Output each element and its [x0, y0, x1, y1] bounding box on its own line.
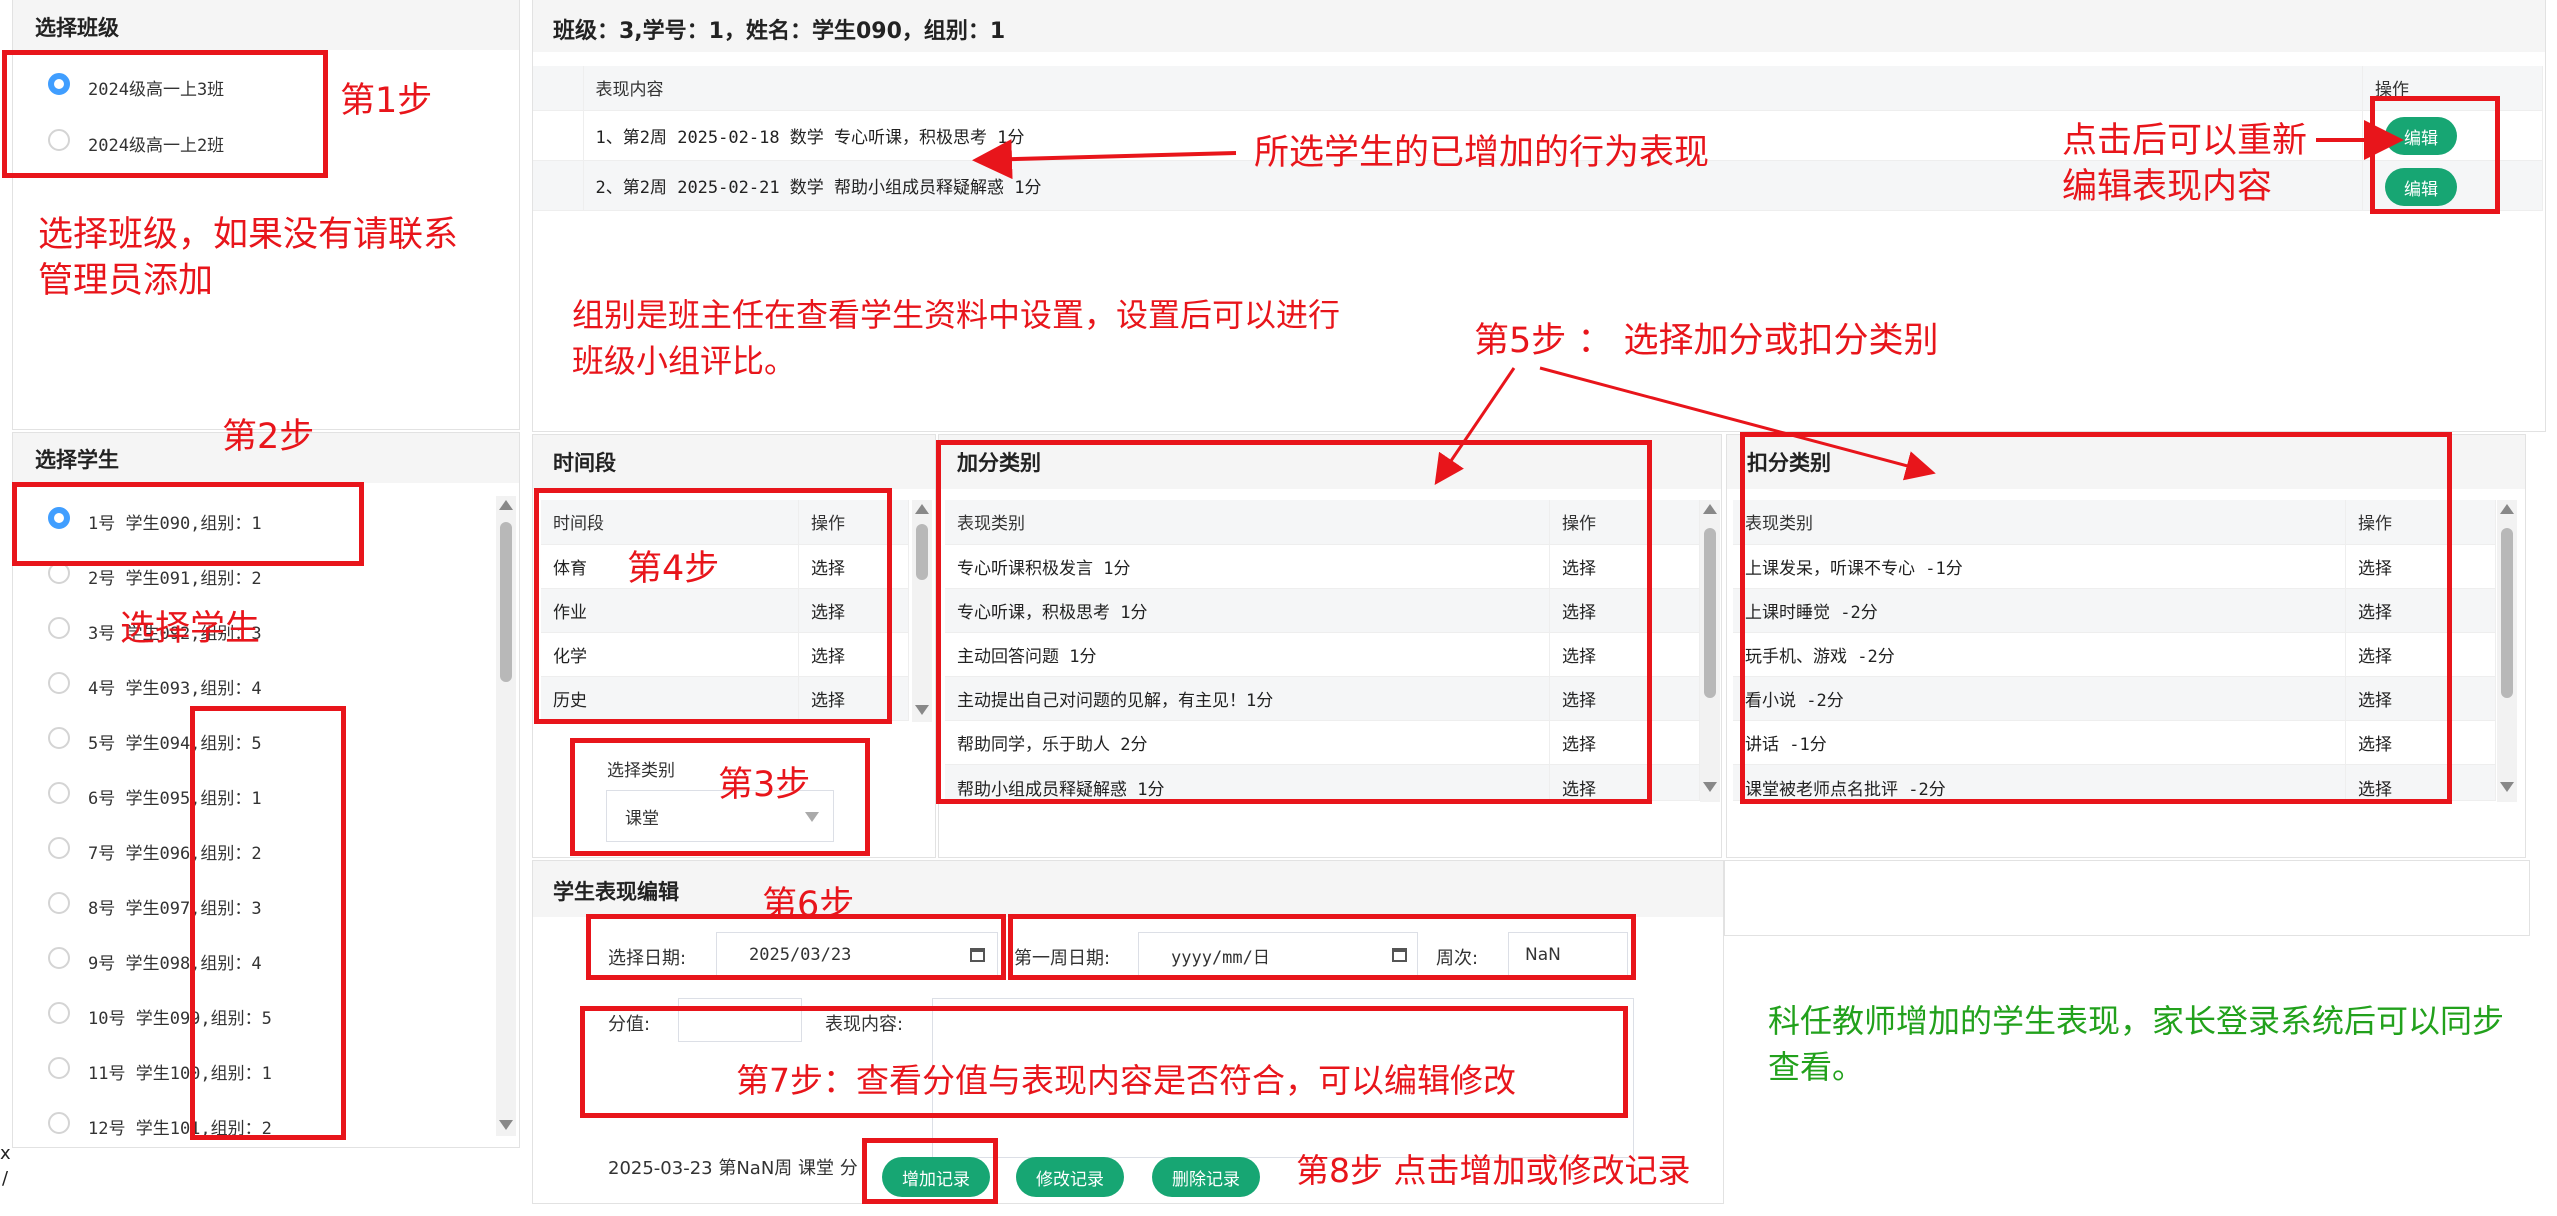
annotation-select-student: 选择学生 — [120, 609, 261, 649]
arrow-plus — [1434, 367, 1516, 485]
annotation-step2: 第2步 — [222, 417, 315, 457]
annotation-class-hint: 选择班级，如果没有请联系 管理员添加 — [38, 215, 459, 301]
annotation-records-hint: 所选学生的已增加的行为表现 — [1254, 133, 1710, 173]
annotation-step7: 第7步：查看分值与表现内容是否符合，可以编辑修改 — [736, 1061, 1516, 1100]
annotation-group-hint: 组别是班主任在查看学生资料中设置，设置后可以进行 班级小组评比。 — [572, 296, 1341, 380]
annotation-step5: 第5步 ： 选择加分或扣分类别 — [1474, 321, 1939, 361]
annotation-step8: 第8步 点击增加或修改记录 — [1296, 1151, 1691, 1190]
annotation-parent-hint: 科任教师增加的学生表现，家长登录系统后可以同步 查看。 — [1768, 1002, 2505, 1086]
annotation-step1: 第1步 — [340, 81, 433, 121]
annotation-step4: 第4步 — [627, 549, 720, 589]
arrow-records — [972, 139, 1237, 180]
annotation-step3: 第3步 — [718, 765, 811, 805]
annotation-edit-hint: 点击后可以重新 编辑表现内容 — [2062, 121, 2308, 207]
arrow-minus — [1539, 366, 1936, 481]
annotation-step6: 第6步 — [762, 885, 855, 925]
